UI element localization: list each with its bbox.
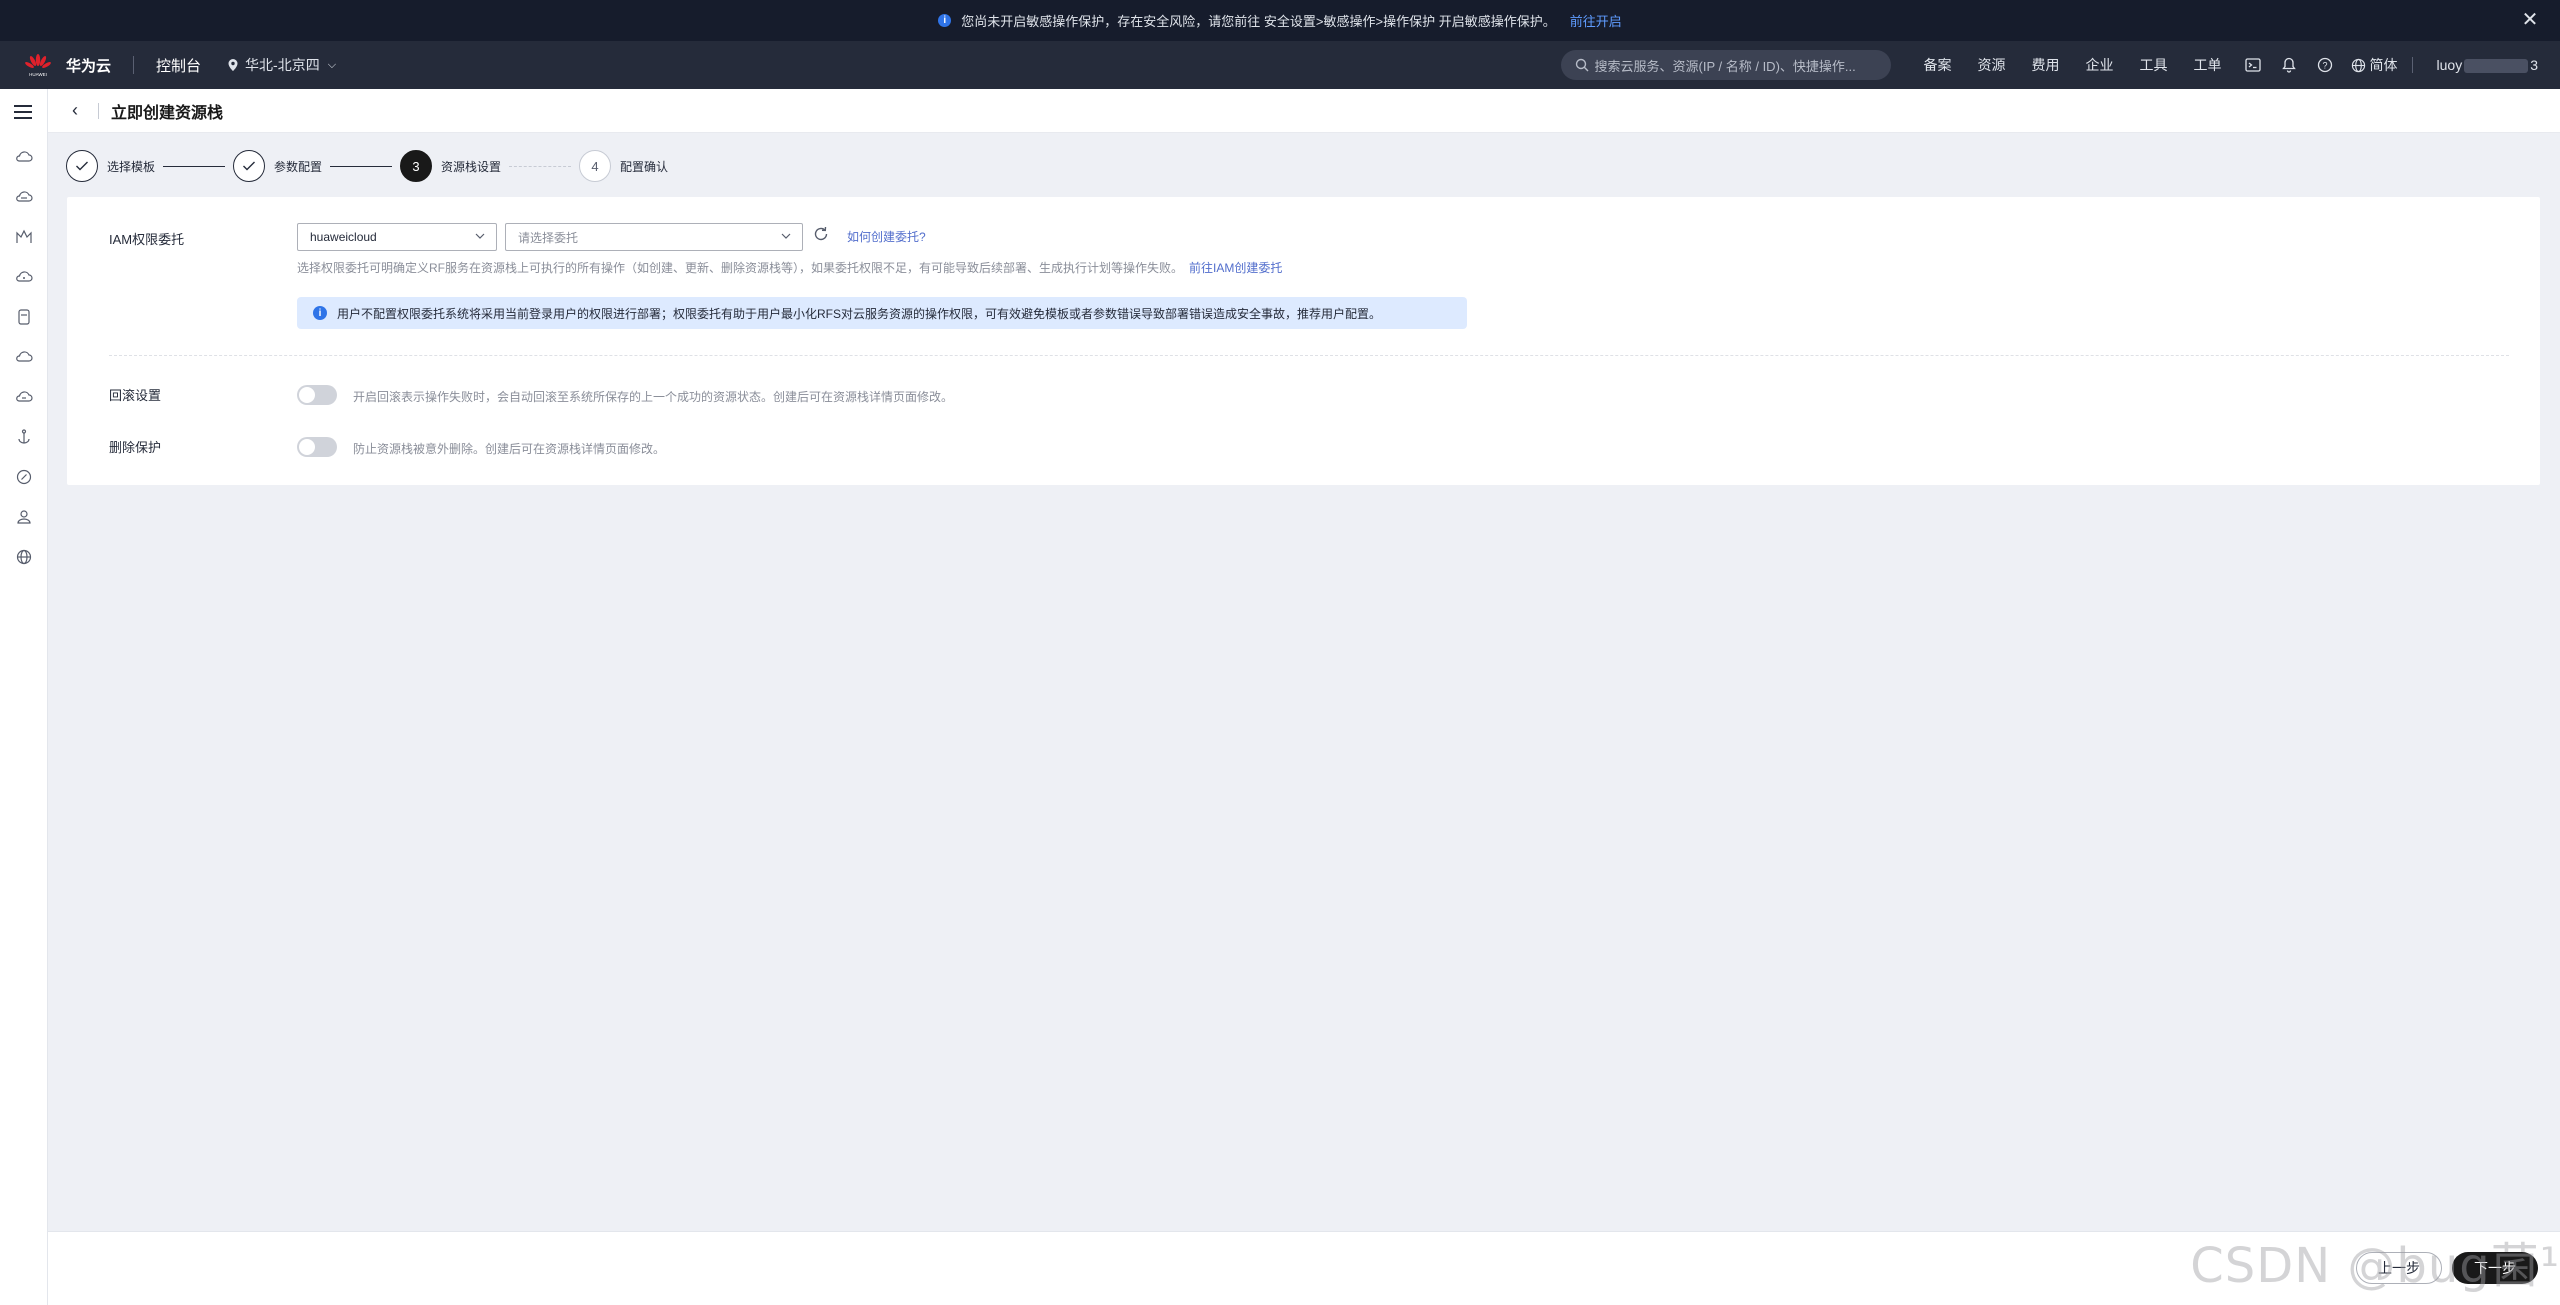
go-to-iam-link[interactable]: 前往IAM创建委托 <box>1189 261 1282 275</box>
user-name-suffix: 3 <box>2530 56 2538 73</box>
banner-enable-link[interactable]: 前往开启 <box>1570 11 1622 30</box>
region-label: 华北-北京四 <box>245 57 320 73</box>
step-connector <box>509 165 572 167</box>
nav-link-resources[interactable]: 资源 <box>1978 55 2006 75</box>
info-icon: i <box>938 14 952 27</box>
user-cloud-icon[interactable] <box>14 507 34 527</box>
user-name-redacted <box>2464 59 2529 74</box>
region-selector[interactable]: 华北-北京四 ⌵ <box>227 55 336 75</box>
delegation-placeholder: 请选择委托 <box>518 230 579 245</box>
close-icon[interactable]: ✕ <box>2518 8 2542 32</box>
rollback-description: 开启回滚表示操作失败时，会自动回滚至系统所保存的上一个成功的资源状态。创建后可在… <box>353 390 954 404</box>
hint-text: 选择权限委托可明确定义RF服务在资源栈上可执行的所有操作（如创建、更新、删除资源… <box>297 261 1184 275</box>
language-switch[interactable]: 简体 <box>2351 55 2398 75</box>
service-sidebar <box>0 89 48 1305</box>
next-step-button[interactable]: 下一步 <box>2452 1252 2538 1284</box>
hamburger-menu-icon[interactable] <box>12 101 34 123</box>
cloud-storage-icon[interactable] <box>14 267 34 287</box>
svg-text:HUAWEI: HUAWEI <box>29 72 47 77</box>
provider-value: huaweicloud <box>310 230 377 244</box>
cloud-server-icon[interactable] <box>14 147 34 167</box>
notice-banner: i 您尚未开启敏感操作保护，存在安全风险，请您前往 安全设置>敏感操作>操作保护… <box>0 0 2560 41</box>
iam-delegation-label: IAM权限委托 <box>109 232 185 247</box>
user-menu[interactable]: luoy 3 <box>2411 56 2538 74</box>
search-icon <box>1575 58 1589 72</box>
step-select-template[interactable]: 选择模板 <box>66 150 155 182</box>
chevron-down-icon <box>781 233 791 239</box>
delete-protection-description: 防止资源栈被意外删除。创建后可在资源栈详情页面修改。 <box>353 442 666 456</box>
nav-right: 搜索云服务、资源(IP / 名称 / ID)、快捷操作... 备案 资源 费用 … <box>1560 41 2560 89</box>
how-to-create-delegation-link[interactable]: 如何创建委托? <box>847 228 926 245</box>
nav-separator <box>133 56 135 74</box>
nav-link-billing[interactable]: 费用 <box>2032 55 2060 75</box>
cloud-container-icon[interactable] <box>14 187 34 207</box>
nav-link-filing[interactable]: 备案 <box>1924 55 1952 75</box>
network-bridge-icon[interactable] <box>14 227 34 247</box>
back-arrow-icon[interactable]: ‹ <box>64 100 86 122</box>
terminal-icon[interactable] <box>2243 55 2263 75</box>
language-label: 简体 <box>2369 57 2398 73</box>
location-pin-icon <box>228 59 238 71</box>
step-label: 配置确认 <box>620 159 669 174</box>
delegation-select[interactable]: 请选择委托 <box>505 223 803 251</box>
step-number: 4 <box>579 150 612 182</box>
rollback-toggle[interactable] <box>297 385 337 405</box>
brand-name: 华为云 <box>66 57 112 75</box>
check-icon <box>233 150 266 182</box>
stepper: 选择模板 参数配置 3 资源栈设置 4 配置确认 <box>66 150 668 182</box>
chevron-down-icon: ⌵ <box>327 58 337 71</box>
step-confirm-config: 4 配置确认 <box>579 150 668 182</box>
delete-protection-toggle[interactable] <box>297 437 337 457</box>
step-parameter-config[interactable]: 参数配置 <box>233 150 322 182</box>
help-icon[interactable]: ? <box>2315 55 2335 75</box>
database-icon[interactable] <box>14 307 34 327</box>
info-icon: i <box>313 306 327 320</box>
svg-text:?: ? <box>2322 61 2327 71</box>
cloud-sync-icon[interactable] <box>14 387 34 407</box>
step-stack-settings: 3 资源栈设置 <box>400 150 501 182</box>
rollback-label: 回滚设置 <box>109 388 162 403</box>
huawei-cloud-logo[interactable]: HUAWEI 华为云 <box>24 53 111 77</box>
step-label: 资源栈设置 <box>441 159 502 174</box>
provider-select[interactable]: huaweicloud <box>297 223 497 251</box>
anchor-icon[interactable] <box>14 427 34 447</box>
footer-bar: 上一步 下一步 <box>48 1231 2560 1305</box>
delete-protection-label: 删除保护 <box>109 440 162 455</box>
alert-text: 用户不配置权限委托系统将采用当前登录用户的权限进行部署；权限委托有助于用户最小化… <box>337 306 1382 321</box>
nav-link-tools[interactable]: 工具 <box>2140 55 2168 75</box>
globe-icon <box>2351 58 2365 72</box>
compass-icon[interactable] <box>14 467 34 487</box>
header-separator <box>98 102 99 119</box>
search-placeholder: 搜索云服务、资源(IP / 名称 / ID)、快捷操作... <box>1594 58 1856 74</box>
refresh-icon[interactable] <box>812 225 830 243</box>
bell-icon[interactable] <box>2279 55 2299 75</box>
global-search-input[interactable]: 搜索云服务、资源(IP / 名称 / ID)、快捷操作... <box>1560 50 1891 80</box>
user-name-prefix: luoy <box>2436 56 2463 73</box>
check-icon <box>66 150 98 182</box>
section-divider <box>109 355 2509 356</box>
globe-network-icon[interactable] <box>14 547 34 567</box>
step-connector <box>163 165 226 167</box>
chevron-down-icon <box>475 233 485 239</box>
banner-message: 您尚未开启敏感操作保护，存在安全风险，请您前往 安全设置>敏感操作>操作保护 开… <box>961 14 1556 29</box>
step-connector <box>330 165 393 167</box>
cloud-icon[interactable] <box>14 347 34 367</box>
previous-step-button[interactable]: 上一步 <box>2356 1252 2442 1284</box>
stack-settings-card: IAM权限委托 huaweicloud 请选择委托 如何创建委托? 选择权限委托… <box>67 197 2540 485</box>
delegation-hint: 选择权限委托可明确定义RF服务在资源栈上可执行的所有操作（如创建、更新、删除资源… <box>297 259 1282 276</box>
top-navigation: HUAWEI 华为云 控制台 华北-北京四 ⌵ 搜索云服务、资源(IP / 名称… <box>0 41 2560 89</box>
step-label: 参数配置 <box>274 159 323 174</box>
step-number: 3 <box>400 150 433 182</box>
page-header: ‹ 立即创建资源栈 <box>48 89 2560 133</box>
console-link[interactable]: 控制台 <box>156 55 201 76</box>
nav-link-enterprise[interactable]: 企业 <box>2086 55 2114 75</box>
huawei-logo-icon: HUAWEI <box>25 54 51 77</box>
step-label: 选择模板 <box>107 159 156 174</box>
info-alert: i 用户不配置权限委托系统将采用当前登录用户的权限进行部署；权限委托有助于用户最… <box>297 297 1467 329</box>
page-title: 立即创建资源栈 <box>111 104 224 122</box>
nav-link-tickets[interactable]: 工单 <box>2194 55 2222 75</box>
